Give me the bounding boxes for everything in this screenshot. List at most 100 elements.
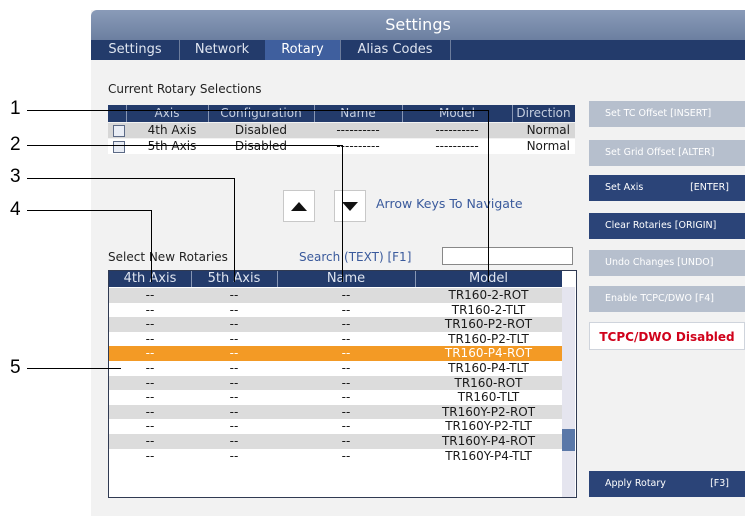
cell-direction: Normal (526, 139, 570, 153)
col-configuration: Configuration (208, 105, 315, 122)
cell-axis: 4th Axis (147, 123, 197, 137)
cell-a4: -- (145, 288, 155, 302)
callout-2-line (27, 145, 343, 146)
cell-a4: -- (145, 404, 155, 419)
cell-model: ---------- (435, 139, 479, 153)
list-row[interactable]: -- -- -- TR160-P2-ROT (109, 317, 562, 332)
list-row[interactable]: -- -- -- TR160Y-P2-TLT (109, 419, 562, 434)
cell-model: TR160Y-P2-TLT (445, 419, 532, 434)
list-row[interactable]: -- -- -- TR160-P2-TLT (109, 332, 562, 347)
callout-5-line (27, 368, 121, 369)
col-axis: Axis (126, 105, 209, 122)
callout-4: 4 (10, 199, 21, 220)
navigate-hint: Arrow Keys To Navigate (376, 196, 523, 211)
cell-a4: -- (145, 331, 155, 346)
current-table-header: Axis Configuration Name Model Direction (108, 105, 575, 122)
callout-1-leader (488, 110, 489, 282)
list-row[interactable]: -- -- -- TR160Y-P4-TLT (109, 449, 562, 464)
list-row[interactable]: -- -- -- TR160Y-P2-ROT (109, 404, 562, 420)
current-row-4th[interactable]: 4th Axis Disabled ---------- ---------- … (108, 123, 575, 138)
cell-model: TR160-P4-ROT (444, 346, 533, 361)
apply-rotary-key: [F3] (710, 478, 729, 489)
set-tc-offset-button[interactable]: Set TC Offset [INSERT] (589, 101, 745, 127)
cell-a5: -- (229, 375, 239, 390)
cell-name: -- (341, 346, 351, 361)
tab-settings[interactable]: Settings (91, 40, 180, 60)
tab-rotary[interactable]: Rotary (265, 40, 341, 60)
undo-changes-button[interactable]: Undo Changes [UNDO] (589, 250, 745, 276)
cell-model: TR160-P4-TLT (448, 361, 529, 375)
cell-name: -- (341, 404, 351, 419)
cell-a4: -- (145, 317, 155, 332)
col-name: Name (314, 105, 403, 122)
cell-direction: Normal (526, 123, 570, 137)
cell-a5: -- (229, 390, 239, 405)
list-row[interactable]: -- -- -- TR160-2-ROT (109, 288, 562, 303)
search-label: Search (TEXT) [F1] (299, 250, 412, 264)
cell-model: TR160Y-P2-ROT (441, 404, 536, 419)
cell-a4: -- (145, 419, 155, 434)
window-title: Settings (91, 10, 745, 40)
enable-tcpc-button[interactable]: Enable TCPC/DWO [F4] (589, 286, 745, 312)
cell-model: TR160Y-P4-ROT (441, 434, 536, 448)
rotary-list[interactable]: 4th Axis 5th Axis Name Model ------TR160… (108, 270, 577, 498)
callout-3: 3 (10, 166, 21, 187)
list-row[interactable]: -- -- -- TR160Y-P4-ROT (109, 434, 562, 449)
callout-4-line (27, 210, 152, 211)
cell-name: -- (341, 390, 351, 405)
arrow-up-button[interactable] (283, 190, 315, 222)
cell-a5: -- (229, 331, 239, 346)
tab-bar: Settings Network Rotary Alias Codes (91, 40, 745, 60)
cell-name: -- (341, 331, 351, 346)
cell-name: ---------- (336, 139, 380, 153)
arrow-down-button[interactable] (334, 190, 366, 222)
cell-model: TR160-P2-TLT (448, 331, 529, 346)
callout-2-leader (342, 145, 343, 282)
cell-name: -- (341, 375, 351, 390)
cell-name: -- (341, 434, 351, 448)
cell-a4: -- (145, 346, 155, 361)
list-scrollbar[interactable] (562, 287, 575, 497)
set-grid-offset-button[interactable]: Set Grid Offset [ALTER] (589, 140, 745, 166)
cell-axis: 5th Axis (147, 139, 197, 153)
list-header: 4th Axis 5th Axis Name Model (109, 271, 562, 287)
search-input[interactable] (442, 247, 573, 265)
cell-name: -- (341, 302, 351, 317)
current-selections-label: Current Rotary Selections (108, 82, 262, 96)
cell-model: TR160-2-ROT (448, 288, 529, 302)
cell-a4: -- (145, 375, 155, 390)
cell-a5: -- (229, 317, 239, 332)
row-checkbox[interactable] (113, 125, 125, 137)
tcpc-status: TCPC/DWO Disabled (589, 322, 745, 350)
cell-a5: -- (229, 419, 239, 434)
list-scrollbar-thumb[interactable] (562, 429, 575, 451)
list-row[interactable]: -- -- -- TR160-2-TLT (109, 303, 562, 318)
apply-rotary-label: Apply Rotary (605, 478, 666, 489)
cell-model: TR160Y-P4-TLT (445, 448, 532, 463)
cell-model: TR160-P2-ROT (444, 317, 533, 332)
cell-a5: -- (229, 302, 239, 317)
set-axis-button[interactable]: Set Axis [ENTER] (589, 175, 745, 201)
cell-a4: -- (145, 448, 155, 463)
col-model: Model (402, 105, 513, 122)
cell-a5: -- (229, 346, 239, 361)
list-row[interactable]: -- -- -- TR160-TLT (109, 390, 562, 405)
list-row[interactable]: -- -- -- TR160-ROT (109, 375, 562, 391)
col-direction: Direction (516, 106, 571, 120)
cell-a5: -- (229, 448, 239, 463)
triangle-up-icon (291, 202, 307, 211)
set-axis-key: [ENTER] (690, 182, 729, 193)
cell-name: -- (341, 448, 351, 463)
cell-name: -- (341, 419, 351, 434)
cell-config: Disabled (234, 139, 288, 153)
list-row[interactable]: -- -- -- TR160-P4-TLT (109, 361, 562, 376)
apply-rotary-button[interactable]: Apply Rotary [F3] (589, 471, 745, 497)
list-row-selected[interactable]: -- -- -- TR160-P4-ROT (109, 346, 562, 361)
cell-model: TR160-TLT (457, 390, 520, 405)
row-checkbox[interactable] (113, 141, 125, 153)
cell-a5: -- (229, 434, 239, 448)
tab-alias-codes[interactable]: Alias Codes (340, 40, 451, 60)
callout-4-leader (151, 210, 152, 282)
tab-network[interactable]: Network (179, 40, 266, 60)
clear-rotaries-button[interactable]: Clear Rotaries [ORIGIN] (589, 213, 745, 239)
